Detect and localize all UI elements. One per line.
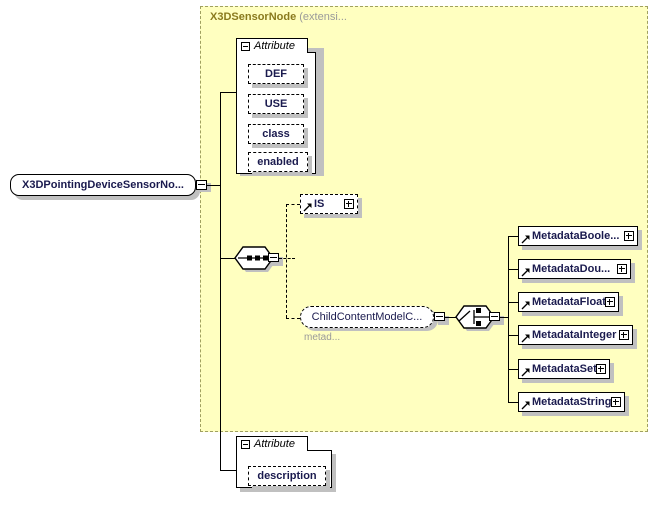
attribute-def[interactable]: DEF (248, 64, 304, 84)
reference-arrow-icon (521, 301, 530, 310)
element-node-metadata-double-label: MetadataDou... (532, 263, 611, 275)
element-node-metadata-boolean-label: MetadataBoole... (532, 230, 620, 242)
element-node-metadata-integer-expand-plus-icon[interactable] (619, 330, 629, 340)
connector-sequence-to-is (286, 204, 300, 205)
choice-collapse-minus-box-icon[interactable] (489, 312, 500, 321)
reference-arrow-icon (521, 401, 530, 410)
attribute-class-label: class (262, 128, 290, 140)
element-node-metadata-string-label: MetadataString (532, 396, 612, 408)
connector-to-metadata-double (508, 269, 518, 270)
element-node-metadata-string-expand-plus-icon[interactable] (611, 397, 621, 407)
connector-to-metadata-float (508, 302, 518, 303)
attribute-description-label: description (257, 470, 317, 482)
connector-trunk-to-attribute-group-bottom (220, 470, 236, 471)
element-node-metadata-float-expand-plus-icon[interactable] (605, 297, 615, 307)
connector-sequence-out (279, 258, 295, 259)
root-element-label: X3DPointingDeviceSensorNo... (22, 179, 184, 191)
reference-arrow-icon (521, 368, 530, 377)
attribute-enabled[interactable]: enabled (248, 152, 308, 172)
child-content-model-collapse-minus-box-icon[interactable] (434, 312, 445, 321)
reference-arrow-icon (303, 203, 312, 212)
attribute-description[interactable]: description (248, 466, 326, 486)
child-content-model-sub-label: metad... (304, 332, 341, 343)
extension-region-title-text: X3DSensorNode (210, 11, 297, 23)
connector-root-to-trunk (207, 185, 221, 186)
element-node-child-content-model-label: ChildContentModelC... (311, 311, 423, 323)
element-node-metadata-double-expand-plus-icon[interactable] (617, 264, 627, 274)
connector-to-metadata-integer (508, 335, 518, 336)
element-node-is[interactable]: IS (300, 194, 358, 214)
reference-arrow-icon (521, 235, 530, 244)
connector-trunk-vertical (220, 92, 221, 470)
element-node-metadata-double[interactable]: MetadataDou... (518, 259, 631, 279)
reference-arrow-icon (521, 334, 530, 343)
element-node-is-label: IS (314, 198, 325, 210)
reference-arrow-icon (521, 268, 530, 277)
element-node-metadata-boolean[interactable]: MetadataBoole... (518, 226, 638, 246)
attribute-class[interactable]: class (248, 124, 304, 144)
attribute-group-bottom-label: Attribute (254, 438, 295, 450)
extension-region-subtitle: (extensi... (299, 11, 347, 23)
attribute-group-bottom-collapse-minus-icon[interactable] (241, 439, 250, 449)
attribute-group-top-header[interactable]: Attribute (236, 38, 308, 53)
attribute-use[interactable]: USE (248, 94, 304, 114)
element-node-metadata-integer-label: MetadataInteger (532, 329, 617, 341)
element-node-metadata-set[interactable]: MetadataSet (518, 359, 610, 379)
connector-sequence-branch-vertical (286, 204, 287, 318)
attribute-def-label: DEF (265, 68, 287, 80)
connector-sequence-to-child-content-model (286, 318, 300, 319)
element-node-metadata-float[interactable]: MetadataFloat (518, 292, 619, 312)
element-node-child-content-model[interactable]: ChildContentModelC... (300, 306, 434, 328)
extension-region-title: X3DSensorNode (extensi... (210, 11, 347, 23)
attribute-enabled-label: enabled (257, 156, 299, 168)
connector-trunk-to-attribute-group-top (220, 92, 236, 93)
sequence-collapse-minus-box-icon[interactable] (268, 253, 279, 262)
attribute-group-top-label: Attribute (254, 40, 295, 52)
connector-choice-out (500, 317, 508, 318)
element-node-is-expand-plus-icon[interactable] (344, 199, 354, 209)
connector-metadata-branch-vertical (508, 236, 509, 402)
element-node-metadata-string[interactable]: MetadataString (518, 392, 625, 412)
root-element-node[interactable]: X3DPointingDeviceSensorNo... (10, 174, 196, 196)
element-node-metadata-boolean-expand-plus-icon[interactable] (624, 231, 634, 241)
element-node-metadata-set-label: MetadataSet (532, 363, 597, 375)
root-collapse-minus-box-icon[interactable] (196, 180, 207, 190)
element-node-metadata-integer[interactable]: MetadataInteger (518, 325, 633, 345)
connector-to-metadata-set (508, 369, 518, 370)
connector-to-metadata-boolean (508, 236, 518, 237)
attribute-group-top-collapse-minus-icon[interactable] (241, 41, 250, 51)
schema-diagram-canvas: X3DSensorNode (extensi... X3DPointingDev… (0, 0, 664, 516)
connector-to-metadata-string (508, 402, 518, 403)
element-node-metadata-set-expand-plus-icon[interactable] (596, 364, 606, 374)
attribute-use-label: USE (264, 98, 288, 110)
attribute-group-bottom-header[interactable]: Attribute (236, 436, 308, 451)
element-node-metadata-float-label: MetadataFloat (532, 296, 606, 308)
